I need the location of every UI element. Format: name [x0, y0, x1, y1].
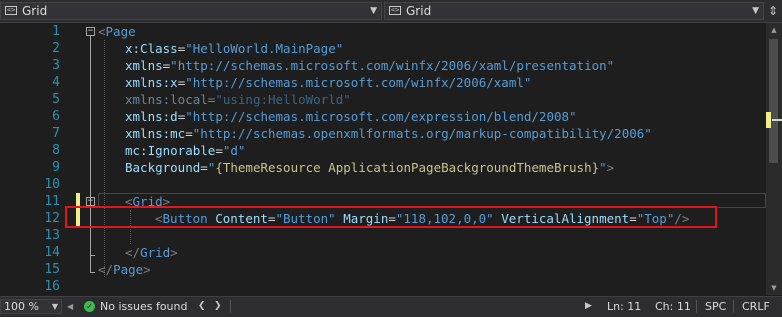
split-editor-icon[interactable]: ⇕ — [766, 3, 780, 19]
code-line-5: xmlns:local="using:HelloWorld" — [125, 92, 351, 107]
line-number: 13 — [44, 228, 60, 243]
divider — [696, 300, 697, 313]
code-line-7: xmlns:mc="http://schemas.openxmlformats.… — [125, 126, 652, 141]
line-number: 9 — [52, 160, 60, 175]
navigation-bar: <> Grid ▼ <> Grid ▼ ⇕ — [0, 0, 782, 23]
outline-end — [90, 272, 95, 273]
zoom-dropdown[interactable]: 100 % ▼ — [0, 299, 62, 314]
outline-guide — [90, 36, 91, 272]
editor-status-bar: 100 % ▼ ◀ ✓ No issues found ❮ ❯ ▶ Ln: 11… — [0, 296, 782, 317]
code-line-2: x:Class="HelloWorld.MainPage" — [125, 41, 344, 56]
change-overview-marker — [766, 112, 771, 128]
code-line-9: Background="{ThemeResource ApplicationPa… — [125, 160, 615, 175]
scroll-right-icon[interactable]: ▶ — [585, 297, 592, 316]
indent-guide — [104, 40, 105, 277]
line-number: 10 — [44, 177, 60, 192]
line-number: 14 — [44, 245, 60, 260]
line-number: 15 — [44, 262, 60, 277]
column-indicator[interactable]: Ch: 11 — [655, 297, 691, 316]
element-member-dropdown[interactable]: <> Grid ▼ — [384, 2, 764, 20]
xaml-element-icon: <> — [5, 6, 17, 15]
chevron-down-icon: ▼ — [752, 6, 759, 16]
scroll-up-icon[interactable]: ▲ — [766, 23, 782, 37]
chevron-left-icon[interactable]: ❮ — [198, 297, 206, 316]
xaml-element-icon: <> — [389, 6, 401, 15]
scrollbar-thumb[interactable] — [769, 39, 778, 163]
outline-end — [90, 255, 95, 256]
code-line-4: xmlns:x="http://schemas.microsoft.com/wi… — [125, 75, 532, 90]
line-number: 5 — [52, 92, 60, 107]
line-number: 8 — [52, 143, 60, 158]
line-ending-indicator[interactable]: CRLF — [742, 297, 770, 316]
vertical-scrollbar[interactable]: ▲ ▼ — [766, 23, 782, 295]
element-member-label: Grid — [406, 4, 432, 18]
code-line-12: <Button Content="Button" Margin="118,102… — [155, 211, 690, 226]
collapse-icon[interactable]: − — [86, 197, 95, 206]
issues-status[interactable]: No issues found — [100, 297, 187, 316]
code-line-8: mc:Ignorable="d" — [125, 143, 246, 158]
whitespace-indicator[interactable]: SPC — [705, 297, 726, 316]
line-number: 11 — [44, 194, 60, 209]
scroll-down-icon[interactable]: ▼ — [766, 281, 782, 295]
code-line-15: </Page> — [98, 262, 151, 277]
divider — [230, 300, 231, 313]
line-indicator[interactable]: Ln: 11 — [607, 297, 641, 316]
element-scope-dropdown[interactable]: <> Grid ▼ — [0, 2, 382, 20]
caret-position-marker — [772, 119, 782, 121]
line-number: 4 — [52, 75, 60, 90]
line-number: 6 — [52, 109, 60, 124]
code-editor[interactable]: 1 2 3 4 5 6 7 8 9 10 11 12 13 14 15 16 −… — [0, 23, 782, 295]
check-circle-icon[interactable]: ✓ — [84, 301, 95, 312]
divider — [733, 300, 734, 313]
code-line-14: </Grid> — [125, 245, 178, 260]
scroll-left-icon[interactable]: ◀ — [67, 297, 73, 316]
chevron-down-icon: ▼ — [370, 6, 377, 16]
code-line-1: <Page — [98, 24, 136, 39]
code-line-3: xmlns="http://schemas.microsoft.com/winf… — [125, 58, 615, 73]
collapse-icon[interactable]: − — [86, 27, 95, 36]
line-number: 1 — [52, 24, 60, 39]
element-scope-label: Grid — [22, 4, 48, 18]
line-number: 7 — [52, 126, 60, 141]
line-number: 16 — [44, 279, 60, 294]
chevron-down-icon: ▼ — [51, 302, 58, 311]
code-line-6: xmlns:d="http://schemas.microsoft.com/ex… — [125, 109, 577, 124]
zoom-level: 100 % — [4, 300, 39, 313]
chevron-right-icon[interactable]: ❯ — [214, 297, 222, 316]
line-number: 3 — [52, 58, 60, 73]
code-line-11: <Grid> — [125, 194, 171, 209]
line-number: 2 — [52, 41, 60, 56]
line-number: 12 — [44, 211, 60, 226]
